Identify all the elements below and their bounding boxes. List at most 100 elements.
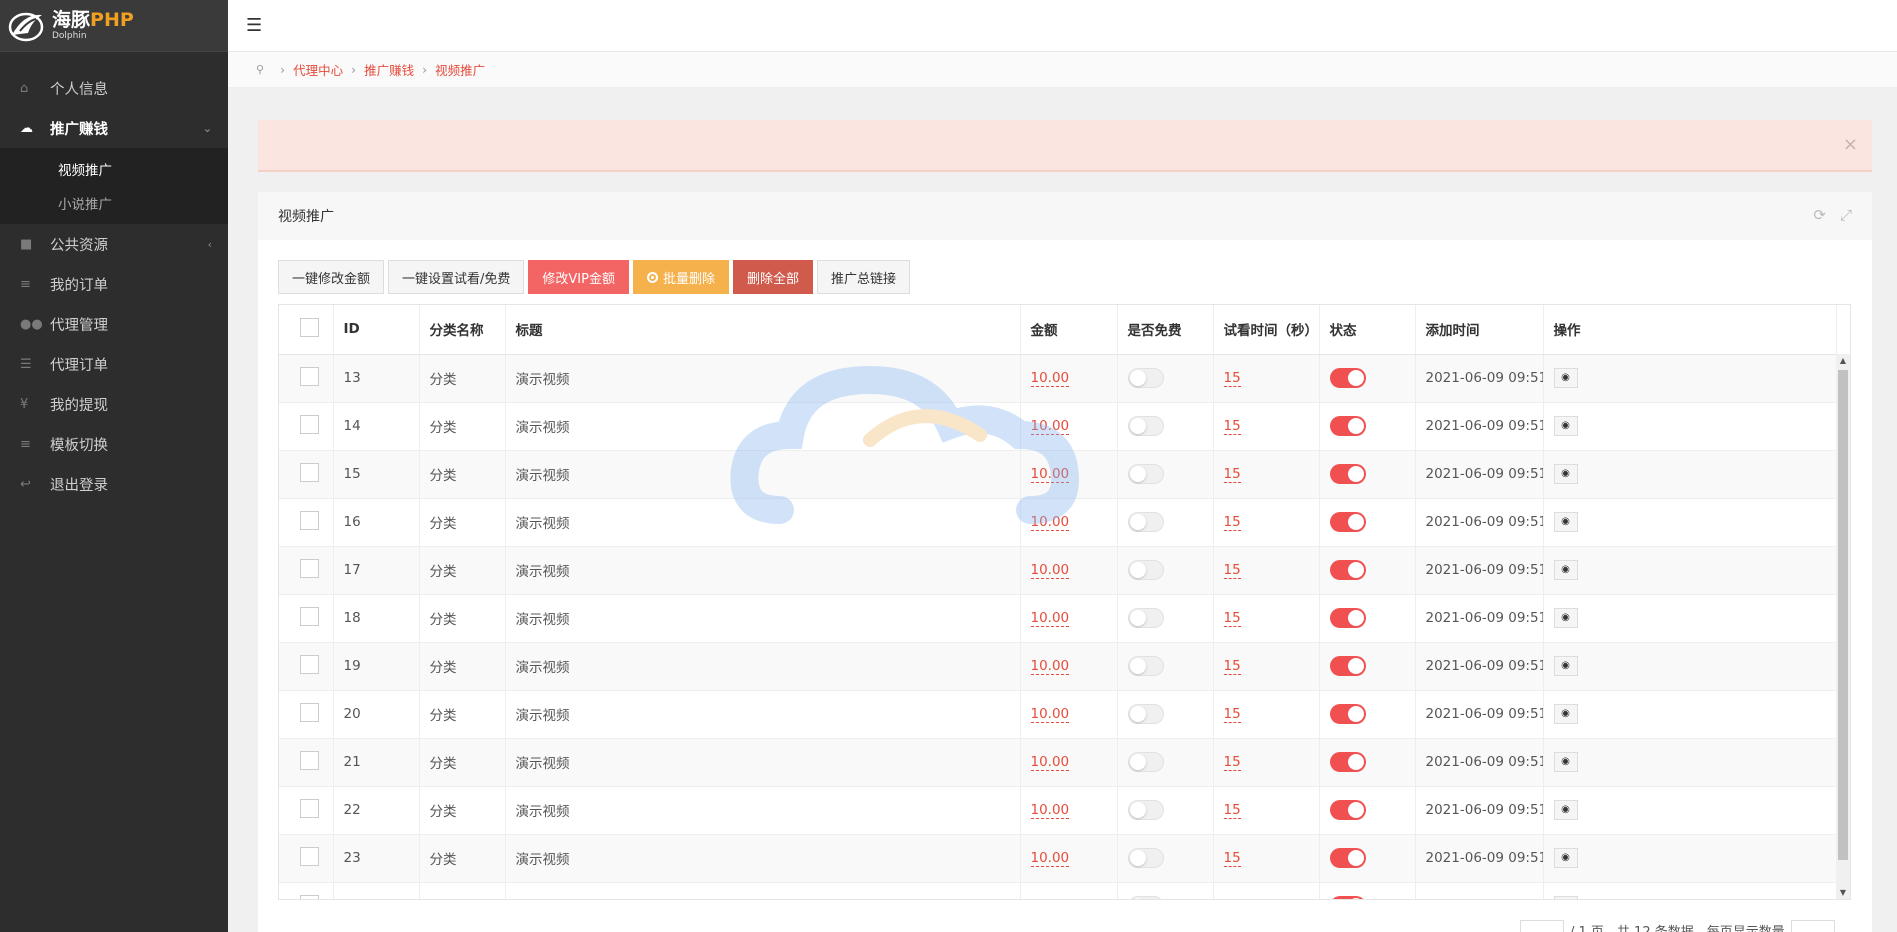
row-checkbox[interactable] [300, 846, 319, 866]
amount-editable[interactable]: 10.00 [1030, 370, 1070, 387]
status-toggle[interactable] [1329, 800, 1366, 820]
wechat-share-icon[interactable]: ◉ [1553, 608, 1578, 628]
fullscreen-icon[interactable]: ⤢ [1840, 206, 1852, 224]
wechat-share-icon[interactable]: ◉ [1553, 512, 1578, 532]
status-toggle[interactable] [1329, 656, 1366, 676]
edit-vip-amount-button[interactable]: 修改VIP金额 [528, 260, 629, 294]
trial-time-editable[interactable]: 15 [1223, 466, 1241, 483]
row-checkbox[interactable] [300, 462, 319, 482]
wechat-share-icon[interactable]: ◉ [1553, 752, 1578, 772]
wechat-share-icon[interactable]: ◉ [1553, 416, 1578, 436]
wechat-share-icon[interactable]: ◉ [1553, 560, 1578, 580]
scroll-thumb[interactable] [1838, 370, 1848, 860]
column-header-trial[interactable]: 试看时间（秒） [1213, 305, 1320, 355]
amount-editable[interactable]: 10.00 [1030, 466, 1070, 483]
breadcrumb-agent-center[interactable]: 代理中心 [293, 60, 343, 79]
column-header-added[interactable]: 添加时间 [1415, 305, 1544, 355]
page-size-input[interactable] [1790, 920, 1835, 932]
sidebar-item-promotion[interactable]: ☁ 推广赚钱 ⌄ [0, 108, 228, 148]
select-all-checkbox[interactable] [300, 317, 319, 337]
sidebar-subitem-novel-promo[interactable]: 小说推广 [0, 186, 228, 220]
status-toggle[interactable] [1329, 608, 1366, 628]
status-toggle[interactable] [1329, 560, 1366, 580]
amount-editable[interactable]: 10.00 [1030, 514, 1070, 531]
status-toggle[interactable] [1329, 752, 1366, 772]
sidebar-item-profile[interactable]: ⌂ 个人信息 [0, 68, 228, 108]
scroll-down-icon[interactable]: ▼ [1836, 886, 1850, 899]
delete-all-button[interactable]: 删除全部 [733, 260, 814, 294]
row-checkbox[interactable] [300, 798, 319, 818]
status-toggle[interactable] [1329, 896, 1366, 899]
refresh-icon[interactable]: ⟳ [1813, 206, 1826, 224]
free-toggle[interactable] [1127, 848, 1164, 868]
row-checkbox[interactable] [300, 606, 319, 626]
amount-editable[interactable]: 10.00 [1030, 706, 1070, 723]
trial-time-editable[interactable]: 15 [1223, 706, 1241, 723]
sidebar-item-agent-management[interactable]: ●● 代理管理 [0, 304, 228, 344]
wechat-share-icon[interactable]: ◉ [1553, 704, 1578, 724]
free-toggle[interactable] [1127, 896, 1164, 899]
trial-time-editable[interactable]: 15 [1223, 754, 1241, 771]
column-header-amount[interactable]: 金额 [1020, 305, 1118, 355]
row-checkbox[interactable] [300, 414, 319, 434]
sidebar-item-public-resources[interactable]: ■ 公共资源 ‹ [0, 224, 228, 264]
column-header-title[interactable]: 标题 [505, 305, 1021, 355]
amount-editable[interactable]: 10.00 [1030, 658, 1070, 675]
status-toggle[interactable] [1329, 464, 1366, 484]
status-toggle[interactable] [1329, 416, 1366, 436]
column-header-id[interactable]: ID [333, 305, 420, 355]
row-checkbox[interactable] [300, 750, 319, 770]
breadcrumb-promotion[interactable]: 推广赚钱 [364, 60, 414, 79]
free-toggle[interactable] [1127, 704, 1164, 724]
amount-editable[interactable]: 10.00 [1030, 610, 1070, 627]
free-toggle[interactable] [1127, 416, 1164, 436]
amount-editable[interactable]: 10.00 [1030, 850, 1070, 867]
free-toggle[interactable] [1127, 608, 1164, 628]
free-toggle[interactable] [1127, 512, 1164, 532]
row-checkbox[interactable] [300, 510, 319, 530]
trial-time-editable[interactable]: 15 [1223, 418, 1241, 435]
status-toggle[interactable] [1329, 848, 1366, 868]
free-toggle[interactable] [1127, 560, 1164, 580]
free-toggle[interactable] [1127, 656, 1164, 676]
row-checkbox[interactable] [300, 558, 319, 578]
sidebar-item-agent-orders[interactable]: ☰ 代理订单 [0, 344, 228, 384]
edit-amount-button[interactable]: 一键修改金额 [278, 260, 385, 294]
wechat-share-icon[interactable]: ◉ [1553, 464, 1578, 484]
status-toggle[interactable] [1329, 368, 1366, 388]
set-trial-free-button[interactable]: 一键设置试看/免费 [388, 260, 525, 294]
sidebar-item-my-orders[interactable]: ≡ 我的订单 [0, 264, 228, 304]
trial-time-editable[interactable]: 15 [1223, 562, 1241, 579]
wechat-share-icon[interactable]: ◉ [1553, 896, 1578, 899]
amount-editable[interactable]: 10.00 [1030, 802, 1070, 819]
trial-time-editable[interactable]: 15 [1223, 514, 1241, 531]
wechat-share-icon[interactable]: ◉ [1553, 368, 1578, 388]
status-toggle[interactable] [1329, 512, 1366, 532]
page-input[interactable] [1520, 920, 1564, 932]
table-scrollbar[interactable]: ▲ ▼ [1836, 354, 1850, 899]
logo[interactable]: 海豚PHP Dolphin [0, 0, 228, 52]
sidebar-item-withdrawal[interactable]: ¥ 我的提现 [0, 384, 228, 424]
wechat-share-icon[interactable]: ◉ [1553, 656, 1578, 676]
amount-editable[interactable]: 10.00 [1030, 418, 1070, 435]
column-header-category[interactable]: 分类名称 [419, 305, 506, 355]
close-icon[interactable]: × [1843, 134, 1858, 155]
free-toggle[interactable] [1127, 800, 1164, 820]
row-checkbox[interactable] [300, 366, 319, 386]
breadcrumb-video-promo[interactable]: 视频推广 [435, 60, 485, 79]
free-toggle[interactable] [1127, 464, 1164, 484]
status-toggle[interactable] [1329, 704, 1366, 724]
amount-editable[interactable]: 10.00 [1030, 898, 1070, 899]
row-checkbox[interactable] [300, 894, 319, 899]
trial-time-editable[interactable]: 15 [1223, 802, 1241, 819]
row-checkbox[interactable] [300, 654, 319, 674]
scroll-up-icon[interactable]: ▲ [1836, 354, 1850, 368]
column-header-free[interactable]: 是否免费 [1117, 305, 1214, 355]
trial-time-editable[interactable]: 15 [1223, 610, 1241, 627]
trial-time-editable[interactable]: 15 [1223, 370, 1241, 387]
trial-time-editable[interactable]: 15 [1223, 658, 1241, 675]
promo-link-button[interactable]: 推广总链接 [817, 260, 911, 294]
trial-time-editable[interactable]: 15 [1223, 898, 1241, 899]
column-header-status[interactable]: 状态 [1319, 305, 1416, 355]
sidebar-item-logout[interactable]: ↩ 退出登录 [0, 464, 228, 504]
